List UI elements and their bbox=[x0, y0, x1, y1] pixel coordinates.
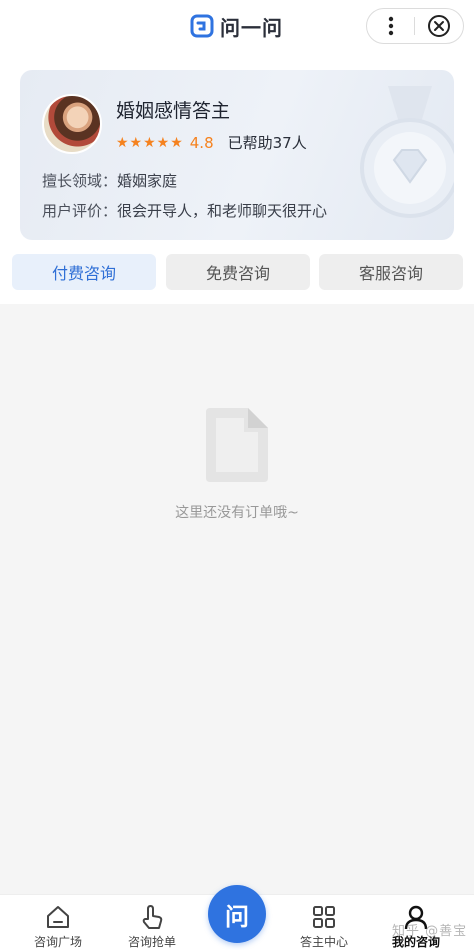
grid-icon bbox=[313, 906, 335, 928]
tap-hand-icon bbox=[142, 905, 163, 929]
diamond-medal-icon bbox=[360, 86, 454, 218]
consult-tabs: 付费咨询 免费咨询 客服咨询 bbox=[12, 254, 464, 290]
rating-row: ★★★★★ 4.8 已帮助37人 bbox=[116, 132, 307, 153]
specialty-row: 擅长领域：婚姻家庭 bbox=[42, 170, 177, 191]
order-list-area: 这里还没有订单哦~ bbox=[0, 304, 474, 894]
answerer-profile-card: 婚姻感情答主 ★★★★★ 4.8 已帮助37人 擅长领域：婚姻家庭 用户评价：很… bbox=[20, 70, 454, 240]
nav-label: 咨询抢单 bbox=[127, 935, 176, 949]
specialty-label: 擅长领域： bbox=[42, 172, 118, 190]
review-label: 用户评价： bbox=[42, 202, 118, 220]
tab-service-consult[interactable]: 客服咨询 bbox=[319, 254, 463, 290]
review-row: 用户评价：很会开导人，和老师聊天很开心 bbox=[42, 200, 327, 221]
mini-program-capsule bbox=[366, 8, 464, 44]
nav-label: 咨询广场 bbox=[33, 935, 82, 949]
ask-button[interactable]: 问 bbox=[208, 885, 266, 943]
close-button[interactable] bbox=[415, 9, 462, 43]
watermark: 知乎 @善宝 bbox=[392, 924, 468, 939]
empty-state-text: 这里还没有订单哦~ bbox=[175, 505, 299, 521]
nav-answerer-center[interactable]: 答主中心 bbox=[284, 901, 364, 949]
avatar bbox=[42, 94, 102, 154]
rating-score: 4.8 bbox=[189, 133, 214, 152]
close-icon bbox=[427, 15, 450, 37]
app-logo: 问一问 bbox=[190, 12, 283, 40]
more-dots-icon bbox=[388, 16, 393, 36]
nav-consult-square[interactable]: 咨询广场 bbox=[18, 901, 98, 949]
tab-free-consult[interactable]: 免费咨询 bbox=[166, 254, 310, 290]
empty-document-icon bbox=[206, 408, 268, 482]
star-rating-icon: ★★★★★ bbox=[116, 134, 184, 151]
answerer-name: 婚姻感情答主 bbox=[116, 100, 231, 122]
top-bar: 问一问 bbox=[0, 0, 474, 52]
helped-count: 已帮助37人 bbox=[227, 134, 307, 152]
home-icon bbox=[47, 906, 69, 928]
app-title: 问一问 bbox=[220, 15, 283, 40]
more-button[interactable] bbox=[367, 9, 414, 43]
nav-label: 答主中心 bbox=[299, 935, 348, 949]
tab-paid-consult[interactable]: 付费咨询 bbox=[12, 254, 156, 290]
logo-icon bbox=[190, 14, 214, 38]
review-value: 很会开导人，和老师聊天很开心 bbox=[117, 202, 328, 220]
nav-grab-orders[interactable]: 咨询抢单 bbox=[112, 901, 192, 949]
specialty-value: 婚姻家庭 bbox=[117, 172, 178, 190]
